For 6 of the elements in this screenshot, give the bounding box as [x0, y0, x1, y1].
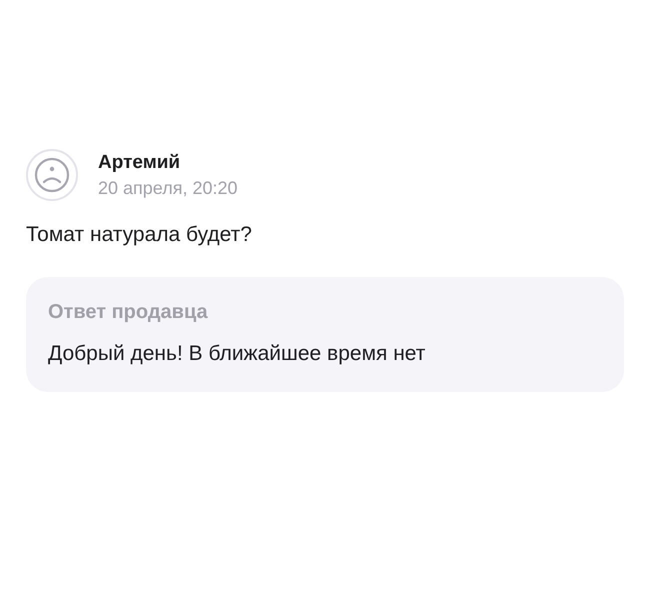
reply-text: Добрый день! В ближайшее время нет: [48, 342, 426, 366]
reply-title: Ответ продавца: [48, 301, 209, 324]
sad-face-icon: [26, 149, 78, 201]
review-text: Томат натурала будет?: [26, 223, 253, 247]
author-name: Артемий: [98, 152, 182, 174]
review-date: 20 апреля, 20:20: [98, 178, 238, 198]
